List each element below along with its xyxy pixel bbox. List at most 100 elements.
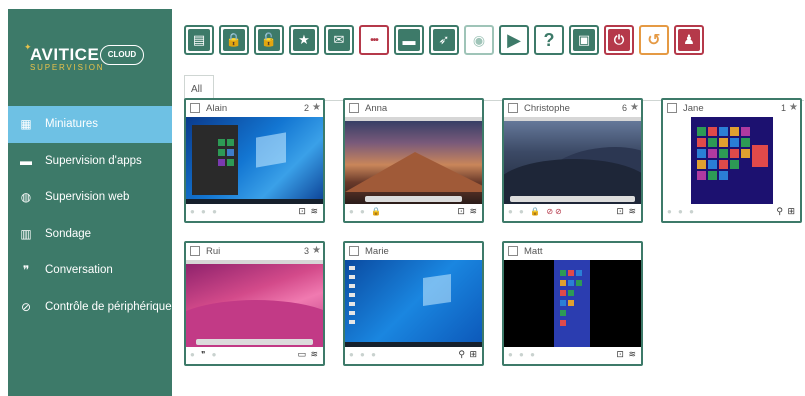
sidebar-item-miniatures[interactable]: ▦ Miniatures: [8, 106, 172, 143]
undo-button[interactable]: ↺: [639, 25, 669, 55]
client-card[interactable]: Christophe 6 ★ ● ● 🔒 ⊘⊘ ⊡ ≋: [502, 98, 643, 223]
card-header: Christophe 6 ★: [504, 100, 641, 116]
mac-menubar: [186, 260, 323, 264]
card-footer: ● ● ● ⚲ ⊞: [345, 349, 482, 363]
block-icon: ⊘: [20, 299, 32, 314]
start-screen: [554, 260, 590, 347]
rocket-icon: ➶: [433, 29, 455, 51]
logo-brand: AVITICE: [30, 45, 100, 64]
screen-thumbnail[interactable]: [186, 117, 323, 204]
start-menu: [192, 125, 238, 195]
mac-dock: [196, 339, 313, 345]
card-header: Jane 1 ★: [663, 100, 800, 116]
id-card-button[interactable]: ▤: [184, 25, 214, 55]
play-button[interactable]: ▶: [499, 25, 529, 55]
id-card-icon: ▤: [188, 29, 210, 51]
status-indicators: ● ❞ ●: [190, 350, 219, 359]
select-checkbox[interactable]: [349, 246, 359, 256]
select-checkbox[interactable]: [349, 103, 359, 113]
lock-status-icon: 🔒: [371, 207, 384, 216]
client-card[interactable]: Marie ● ● ● ⚲ ⊞: [343, 241, 484, 366]
help-button[interactable]: ?: [534, 25, 564, 55]
connection-status: ⚲ ⊞: [776, 206, 796, 216]
lock-status-icon: 🔒: [530, 207, 543, 216]
view-button[interactable]: ◉: [464, 25, 494, 55]
main-panel: ▤ 🔒 🔓 ★ ✉ ••• ▬ ➶ ◉ ▶ ? ▣ ⏻ ↺ ♟ All Alai…: [172, 9, 805, 396]
select-checkbox[interactable]: [190, 103, 200, 113]
status-indicators: ● ● ●: [667, 207, 696, 216]
screen-thumbnail[interactable]: [504, 117, 641, 204]
user-settings-button[interactable]: ♟: [674, 25, 704, 55]
grid-icon: ▦: [20, 117, 32, 132]
connection-status: ▭ ≋: [297, 349, 319, 359]
help-icon: ?: [538, 29, 560, 51]
bar-chart-icon: ▥: [20, 226, 32, 241]
favorite-count: 6: [621, 103, 627, 113]
status-indicators: ● ● ●: [508, 350, 537, 359]
top-margin: [0, 0, 805, 9]
screen-share-button[interactable]: ▬: [394, 25, 424, 55]
start-screen: [691, 117, 773, 204]
presentation-button[interactable]: ▣: [569, 25, 599, 55]
favorite-add-button[interactable]: ★: [289, 25, 319, 55]
select-checkbox[interactable]: [508, 246, 518, 256]
star-icon[interactable]: ★: [630, 102, 639, 113]
star-icon[interactable]: ★: [789, 102, 798, 113]
unlock-button[interactable]: 🔓: [254, 25, 284, 55]
sidebar-item-label: Conversation: [45, 264, 113, 277]
select-checkbox[interactable]: [508, 103, 518, 113]
sidebar-item-supervision-web[interactable]: ◍ Supervision web: [8, 179, 172, 216]
client-name: Christophe: [524, 103, 570, 114]
client-card[interactable]: Alain 2 ★ ● ● ● ⊡ ≋: [184, 98, 325, 223]
connection-status: ⊡ ≋: [298, 206, 319, 216]
launch-button[interactable]: ➶: [429, 25, 459, 55]
card-header: Marie: [345, 243, 482, 259]
undo-icon: ↺: [643, 29, 665, 51]
star-icon[interactable]: ★: [312, 245, 321, 256]
left-margin: [0, 0, 8, 396]
sidebar-item-conversation[interactable]: ❞ Conversation: [8, 252, 172, 289]
client-name: Matt: [524, 246, 543, 257]
blank-screen-button[interactable]: •••: [359, 25, 389, 55]
client-card[interactable]: Jane 1 ★ ● ● ● ⚲ ⊞: [661, 98, 802, 223]
connection-status: ⊡ ≋: [616, 206, 637, 216]
logo-subtitle: SUPERVISION: [30, 63, 105, 72]
card-footer: ● ● ● ⊡ ≋: [504, 349, 641, 363]
client-card[interactable]: Rui 3 ★ ● ❞ ● ▭ ≋: [184, 241, 325, 366]
select-checkbox[interactable]: [667, 103, 677, 113]
taskbar: [186, 199, 323, 204]
card-header: Anna: [345, 100, 482, 116]
lock-icon: 🔒: [223, 29, 245, 51]
client-card[interactable]: Matt ● ● ● ⊡ ≋: [502, 241, 643, 366]
message-button[interactable]: ✉: [324, 25, 354, 55]
client-name: Alain: [206, 103, 228, 114]
select-checkbox[interactable]: [190, 246, 200, 256]
toolbar: ▤ 🔒 🔓 ★ ✉ ••• ▬ ➶ ◉ ▶ ? ▣ ⏻ ↺ ♟: [184, 25, 709, 55]
sidebar-item-label: Miniatures: [45, 118, 99, 131]
power-icon: ⏻: [608, 29, 630, 51]
sidebar-item-label: Supervision web: [45, 191, 130, 204]
sidebar-nav: ▦ Miniatures ▬ Supervision d'apps ◍ Supe…: [8, 106, 172, 325]
client-name: Rui: [206, 246, 221, 257]
sidebar-item-supervision-apps[interactable]: ▬ Supervision d'apps: [8, 143, 172, 180]
taskbar: [345, 342, 482, 347]
sidebar-item-controle-peripherique[interactable]: ⊘ Contrôle de périphérique: [8, 289, 172, 326]
screen-thumbnail[interactable]: [663, 117, 800, 204]
play-icon: ▶: [503, 29, 525, 51]
screen-thumbnail[interactable]: [504, 260, 641, 347]
mac-menubar: [504, 117, 641, 121]
mountain-shape: [345, 152, 482, 192]
power-button[interactable]: ⏻: [604, 25, 634, 55]
chat-icon: ❞: [22, 263, 30, 278]
sidebar-item-sondage[interactable]: ▥ Sondage: [8, 216, 172, 253]
card-header: Alain 2 ★: [186, 100, 323, 116]
client-card[interactable]: Anna ● ● 🔒 ⊡ ≋: [343, 98, 484, 223]
lock-button[interactable]: 🔒: [219, 25, 249, 55]
star-icon[interactable]: ★: [312, 102, 321, 113]
card-header: Rui 3 ★: [186, 243, 323, 259]
monitor-icon: ▬: [398, 29, 420, 51]
status-indicators: ● ● 🔒 ⊘⊘: [508, 207, 564, 216]
screen-thumbnail[interactable]: [345, 260, 482, 347]
screen-thumbnail[interactable]: [186, 260, 323, 347]
screen-thumbnail[interactable]: [345, 117, 482, 204]
